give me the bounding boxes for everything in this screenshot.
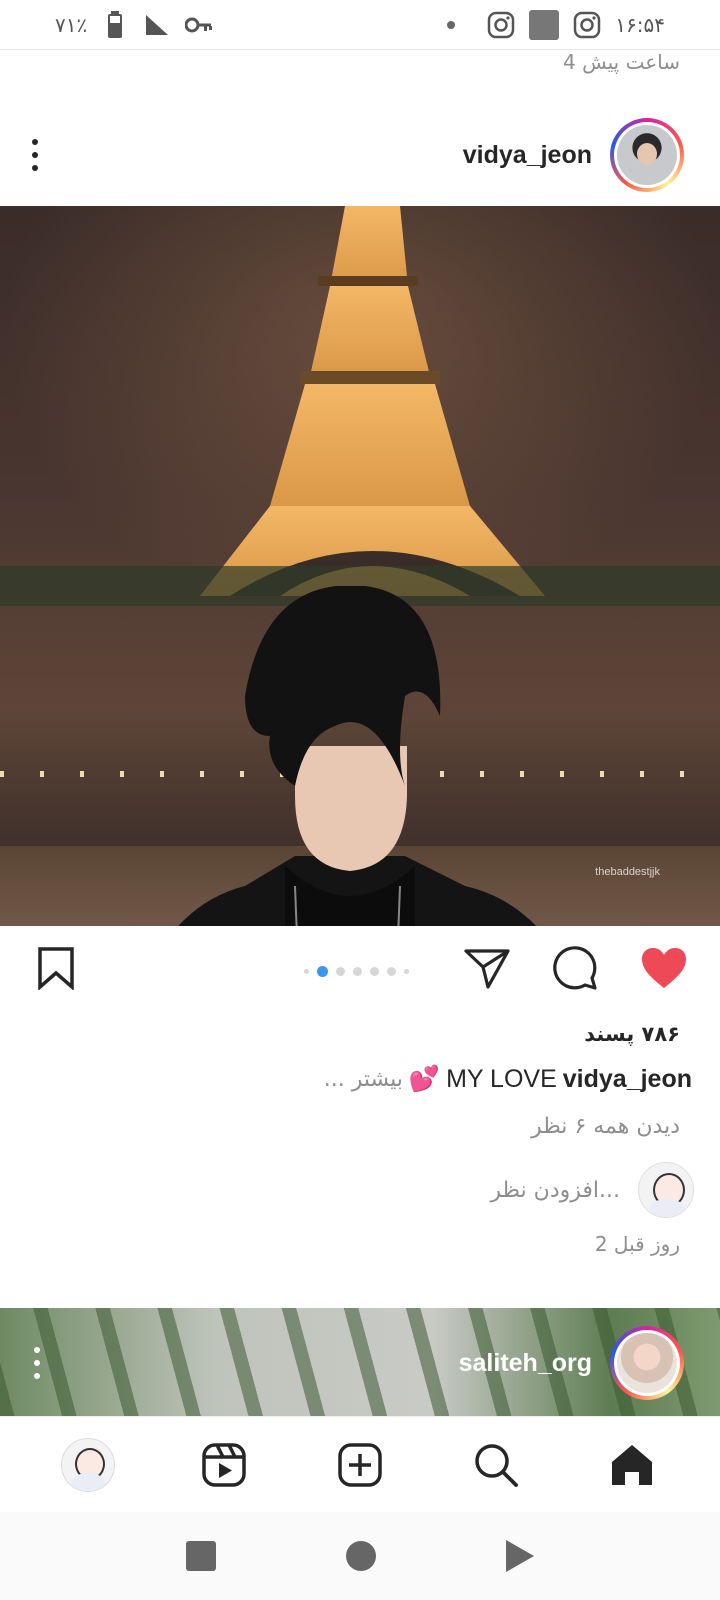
- search-icon: [475, 1443, 518, 1487]
- next-post-options-button[interactable]: [30, 1343, 44, 1383]
- comment-icon: [553, 946, 597, 990]
- battery-icon: [101, 10, 129, 39]
- system-nav-bar: [0, 1512, 720, 1600]
- heart-icon: [642, 948, 686, 988]
- person-figure: [178, 586, 537, 926]
- view-all-comments-link[interactable]: دیدن همه ۶ نظر: [531, 1114, 680, 1139]
- bookmark-icon: [38, 947, 74, 991]
- recents-icon[interactable]: [186, 1541, 216, 1571]
- status-bar: ۷۱٪ ۱۶:۵۴: [0, 0, 720, 50]
- avatar: [617, 1333, 677, 1393]
- gallery-icon: [529, 9, 560, 40]
- watermark: thebaddestjjk: [595, 866, 660, 878]
- create-icon: [338, 1442, 382, 1487]
- post-image[interactable]: thebaddestjjk: [0, 206, 720, 926]
- post-options-button[interactable]: [28, 135, 42, 175]
- nav-profile[interactable]: [58, 1435, 118, 1495]
- next-post-header: saliteh_org: [0, 1320, 720, 1406]
- key-icon: [185, 11, 213, 39]
- status-left: ۷۱٪: [55, 10, 213, 39]
- dot: [32, 152, 38, 158]
- status-right: ۱۶:۵۴: [447, 9, 665, 40]
- caption: ... بیشتر 💕 MY LOVE vidya_jeon: [324, 1064, 692, 1094]
- dot: [34, 1347, 40, 1353]
- next-post-author[interactable]: saliteh_org: [459, 1326, 684, 1400]
- carousel-dot: [387, 967, 396, 976]
- story-ring[interactable]: [610, 118, 684, 192]
- comment-button[interactable]: [552, 945, 598, 995]
- profile-avatar: [61, 1437, 115, 1492]
- post-author[interactable]: vidya_jeon: [463, 118, 684, 192]
- nav-home[interactable]: [602, 1435, 662, 1495]
- actions-right: [464, 945, 688, 995]
- like-button[interactable]: [640, 946, 688, 994]
- dot: [34, 1373, 40, 1379]
- notification-dot-icon: [447, 20, 456, 29]
- carousel-dot: [404, 969, 409, 974]
- carousel-dot: [336, 967, 345, 976]
- clock: ۱۶:۵۴: [615, 12, 665, 37]
- avatar: [617, 125, 677, 185]
- home-icon: [612, 1444, 652, 1485]
- story-ring[interactable]: [610, 1326, 684, 1400]
- instagram-icon: [573, 11, 601, 39]
- home-circle-icon[interactable]: [346, 1541, 376, 1571]
- save-button[interactable]: [36, 946, 76, 994]
- previous-post-time: 4 ساعت پیش: [563, 50, 680, 74]
- post-header: vidya_jeon: [0, 112, 720, 198]
- instagram-icon: [487, 11, 515, 39]
- share-button[interactable]: [464, 947, 510, 993]
- more-link[interactable]: ... بیشتر: [324, 1067, 403, 1092]
- like-count[interactable]: ۷۸۶ پسند: [584, 1022, 680, 1046]
- carousel-indicator: [304, 966, 409, 977]
- add-comment-row[interactable]: افزودن نظر...: [490, 1162, 694, 1218]
- post-timestamp: 2 روز قبل: [594, 1232, 680, 1256]
- dot: [32, 139, 38, 145]
- nav-create[interactable]: [330, 1435, 390, 1495]
- caption-username[interactable]: vidya_jeon: [563, 1065, 692, 1094]
- current-user-avatar: [638, 1162, 694, 1218]
- carousel-dot: [304, 969, 309, 974]
- add-comment-input[interactable]: افزودن نظر...: [490, 1178, 620, 1203]
- reels-icon: [202, 1442, 246, 1487]
- post-username[interactable]: vidya_jeon: [463, 141, 592, 170]
- carousel-dot-active: [317, 966, 328, 977]
- dot: [32, 165, 38, 171]
- carousel-dot: [353, 967, 362, 976]
- carousel-dot: [370, 967, 379, 976]
- signal-icon: [143, 11, 171, 39]
- next-post-username[interactable]: saliteh_org: [459, 1349, 592, 1378]
- caption-emoji: 💕: [408, 1064, 441, 1093]
- dot: [34, 1360, 40, 1366]
- avatar-frame: [614, 1330, 680, 1396]
- battery-percent: ۷۱٪: [55, 12, 88, 37]
- nav-search[interactable]: [466, 1435, 526, 1495]
- send-icon: [464, 949, 510, 989]
- nav-reels[interactable]: [194, 1435, 254, 1495]
- caption-text: MY LOVE: [446, 1064, 557, 1093]
- bottom-nav: [0, 1416, 720, 1512]
- avatar-frame: [614, 122, 680, 188]
- back-icon[interactable]: [506, 1540, 534, 1572]
